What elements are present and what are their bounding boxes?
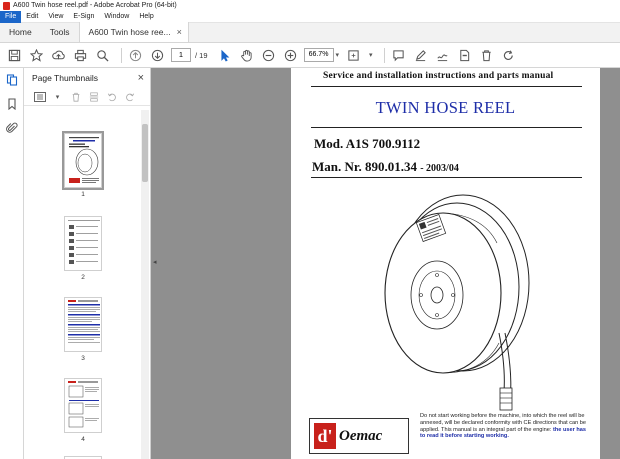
document-title: TWIN HOSE REEL: [375, 98, 516, 117]
panel-header: Page Thumbnails ×: [24, 68, 150, 88]
zoom-dropdown-icon[interactable]: ▾: [336, 51, 340, 59]
page-up-icon[interactable]: [127, 47, 144, 64]
model-rule: [311, 177, 582, 178]
page-thumbnail-2[interactable]: [64, 216, 102, 271]
thumbnail-options-icon[interactable]: [32, 89, 47, 104]
collapse-panel-icon[interactable]: ◂: [153, 258, 157, 266]
attachments-icon[interactable]: [0, 116, 24, 140]
model-number: Mod. A1S 700.9112: [314, 136, 421, 151]
page-thumbnail-1[interactable]: [62, 131, 104, 190]
thumbnail-label: 3: [81, 355, 85, 362]
comment-icon[interactable]: [390, 47, 407, 64]
document-header: Service and installation instructions an…: [323, 71, 554, 81]
share-icon[interactable]: [500, 47, 517, 64]
navigation-rail: [0, 68, 24, 459]
menu-edit[interactable]: Edit: [21, 11, 43, 23]
toolbar-separator: [383, 47, 385, 63]
options-dropdown-icon[interactable]: ▾: [50, 89, 65, 104]
redo-icon[interactable]: [122, 89, 137, 104]
logo-wordmark: Oemac: [339, 427, 383, 444]
panel-close-icon[interactable]: ×: [138, 72, 144, 84]
zoom-level-input[interactable]: 66.7%: [303, 48, 334, 62]
hand-icon[interactable]: [238, 47, 255, 64]
bookmarks-icon[interactable]: [0, 92, 24, 116]
thumbnail-label: 1: [81, 191, 85, 198]
scrollbar-thumb[interactable]: [142, 124, 148, 182]
hose-reel-drawing: [384, 194, 530, 411]
manual-number: Man. Nr. 890.01.34 - 2003/04: [312, 159, 459, 175]
tab-document[interactable]: A600 Twin hose ree... ×: [78, 22, 189, 42]
title-rule: [311, 127, 582, 128]
header-rule: [311, 86, 582, 87]
menu-view[interactable]: View: [43, 11, 68, 23]
menu-esign[interactable]: E-Sign: [68, 11, 99, 23]
tab-tools[interactable]: Tools: [41, 22, 79, 42]
manual-date: - 2003/04: [420, 163, 459, 174]
tab-bar: Home Tools A600 Twin hose ree... ×: [0, 22, 620, 43]
print-icon[interactable]: [72, 47, 89, 64]
panel-toolbar: ▾: [24, 88, 150, 106]
panel-title: Page Thumbnails: [32, 73, 98, 83]
company-logo: d' Oemac: [309, 418, 409, 454]
tab-close-icon[interactable]: ×: [177, 22, 182, 42]
insert-page-icon[interactable]: [86, 89, 101, 104]
view-dropdown-icon[interactable]: ▾: [369, 51, 373, 59]
thumbnail-list: 1 2 3 4: [24, 110, 141, 459]
logo-mark: d': [314, 423, 336, 449]
select-cursor-icon[interactable]: [216, 47, 233, 64]
conformity-notice: Do not start working before the machine,…: [420, 413, 590, 440]
pen-icon[interactable]: [412, 47, 429, 64]
page-down-icon[interactable]: [149, 47, 166, 64]
thumbnail-scrollbar[interactable]: [141, 110, 149, 459]
fit-page-icon[interactable]: [345, 47, 362, 64]
sign-icon[interactable]: [434, 47, 451, 64]
page-number-input[interactable]: 1: [171, 48, 191, 62]
title-bar: A600 Twin hose reel.pdf - Adobe Acrobat …: [0, 0, 620, 11]
thumbnail-label: 4: [81, 436, 85, 443]
window-title: A600 Twin hose reel.pdf - Adobe Acrobat …: [13, 2, 177, 9]
redact-icon[interactable]: [456, 47, 473, 64]
menu-window[interactable]: Window: [99, 11, 134, 23]
thumbnails-panel: Page Thumbnails × ▾ 1 2 3 4: [24, 68, 151, 459]
zoom-in-icon[interactable]: [282, 47, 299, 64]
page-thumbnail-4[interactable]: [64, 378, 102, 433]
delete-page-icon[interactable]: [68, 89, 83, 104]
manual-number-value: Man. Nr. 890.01.34: [312, 159, 417, 174]
menu-file[interactable]: File: [0, 10, 22, 23]
acrobat-icon: [3, 1, 10, 10]
toolbar-separator: [121, 47, 122, 63]
zoom-out-icon[interactable]: [260, 47, 277, 64]
tab-document-label: A600 Twin hose ree...: [88, 27, 171, 37]
tab-home[interactable]: Home: [0, 22, 41, 42]
delete-icon[interactable]: [478, 47, 495, 64]
search-icon[interactable]: [94, 47, 111, 64]
page-thumbnails-icon[interactable]: [0, 68, 24, 92]
page-thumbnail-3[interactable]: [64, 297, 102, 352]
menu-help[interactable]: Help: [134, 11, 158, 23]
thumbnail-label: 2: [81, 274, 85, 281]
document-page[interactable]: Service and installation instructions an…: [291, 68, 600, 459]
page-total: / 19: [195, 50, 208, 60]
main-toolbar: 1 / 19 66.7% ▾ ▾: [0, 43, 620, 68]
bookmark-star-icon[interactable]: [28, 47, 45, 64]
undo-icon[interactable]: [104, 89, 119, 104]
upload-icon[interactable]: [50, 47, 67, 64]
save-icon[interactable]: [6, 47, 23, 64]
